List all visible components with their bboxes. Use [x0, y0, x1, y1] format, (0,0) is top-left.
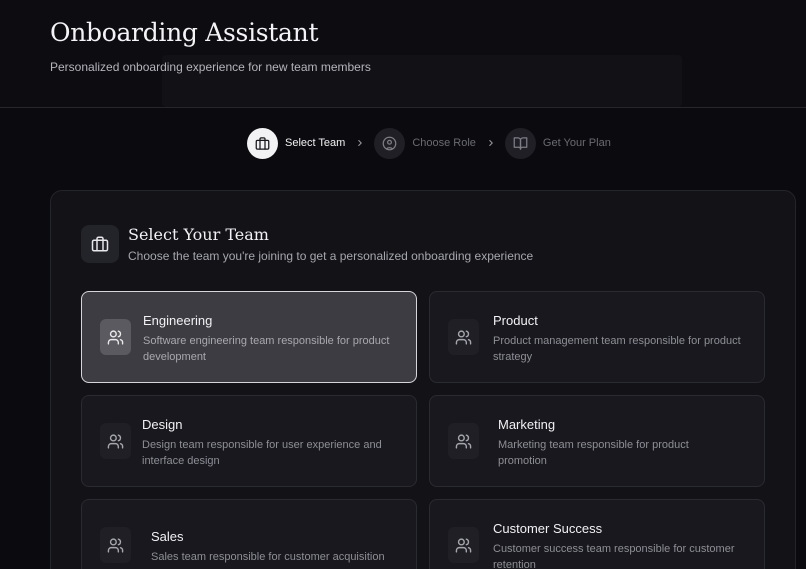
step-select-team[interactable]: Select Team [247, 127, 346, 159]
briefcase-icon [81, 225, 119, 263]
team-description: Customer success team responsible for cu… [493, 543, 735, 569]
team-description: Software engineering team responsible fo… [143, 335, 390, 363]
page-title: Onboarding Assistant [50, 18, 319, 47]
team-description: Design team responsible for user experie… [142, 439, 382, 467]
panel-description: Choose the team you're joining to get a … [128, 249, 534, 263]
step-get-plan[interactable]: Get Your Plan [504, 127, 611, 159]
team-description: Sales team responsible for customer acqu… [151, 551, 385, 563]
team-name: Marketing [498, 417, 556, 432]
step-choose-role[interactable]: Choose Role [374, 127, 476, 159]
chevron-right-icon [355, 138, 365, 148]
team-description: Marketing team responsible for product p… [498, 439, 689, 467]
team-name: Design [142, 417, 183, 432]
page-header: Onboarding Assistant Personalized onboar… [0, 0, 806, 108]
team-name: Sales [151, 529, 184, 544]
step-label: Get Your Plan [542, 137, 611, 149]
book-open-icon [504, 127, 536, 159]
page-subtitle: Personalized onboarding experience for n… [50, 60, 371, 74]
team-card-marketing[interactable]: Marketing Marketing team responsible for… [429, 395, 765, 487]
users-icon [100, 319, 131, 355]
progress-stepper: Select Team Choose Role Get Your Plan [247, 127, 611, 159]
team-card-customer-success[interactable]: Customer Success Customer success team r… [429, 499, 765, 569]
users-icon [448, 423, 479, 459]
team-card-engineering[interactable]: Engineering Software engineering team re… [81, 291, 417, 383]
panel-title: Select Your Team [128, 225, 269, 244]
users-icon [100, 423, 131, 459]
user-circle-icon [374, 127, 406, 159]
step-label: Choose Role [412, 137, 476, 149]
users-icon [448, 527, 479, 563]
team-card-design[interactable]: Design Design team responsible for user … [81, 395, 417, 487]
team-description: Product management team responsible for … [493, 335, 741, 363]
users-icon [448, 319, 479, 355]
team-name: Engineering [143, 313, 213, 328]
users-icon [100, 527, 131, 563]
team-name: Product [493, 313, 538, 328]
team-name: Customer Success [493, 521, 603, 536]
team-card-product[interactable]: Product Product management team responsi… [429, 291, 765, 383]
team-card-sales[interactable]: Sales Sales team responsible for custome… [81, 499, 417, 569]
step-label: Select Team [285, 137, 346, 149]
chevron-right-icon [486, 138, 496, 148]
briefcase-icon [247, 127, 278, 159]
